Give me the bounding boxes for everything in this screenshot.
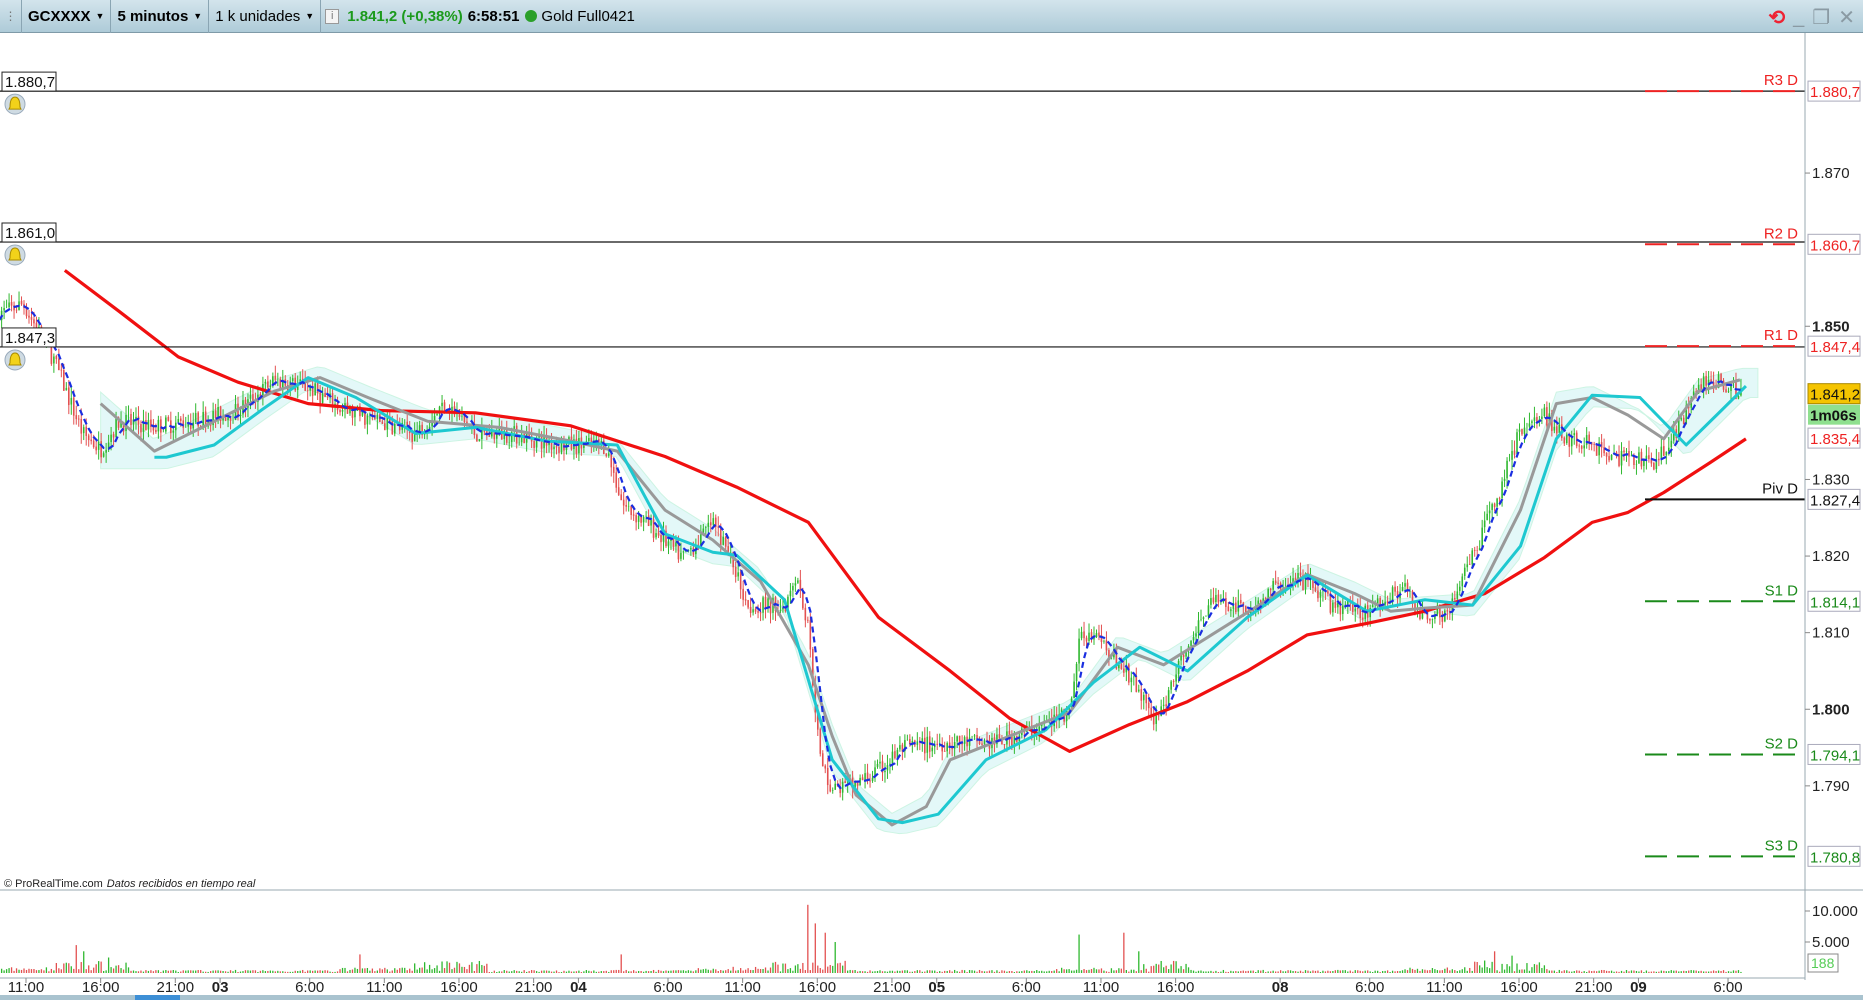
pivot-level: R3 D 1.880,7 <box>1645 72 1861 102</box>
realtime-status: Datos recibidos en tiempo real <box>106 878 256 890</box>
chevron-down-icon: ▼ <box>305 11 315 21</box>
alert-price-label: 1.861,0 <box>5 225 55 242</box>
units-selector[interactable]: 1 k unidades ▼ <box>209 0 322 33</box>
drag-handle-icon[interactable]: ⋮ <box>0 0 22 33</box>
pivot-value: 1.780,8 <box>1810 849 1860 866</box>
status-dot-icon <box>525 10 538 22</box>
ichimoku-cloud <box>100 366 1759 835</box>
time-tick-label: 6:00 <box>1012 979 1041 995</box>
timeframe-selector[interactable]: 5 minutos ▼ <box>111 0 210 33</box>
time-tick-label: 16:00 <box>1500 979 1538 995</box>
pivot-value: 1.880,7 <box>1810 84 1860 101</box>
time-tick-label: 21:00 <box>1575 979 1613 995</box>
volume-value: 188 <box>1811 955 1835 971</box>
price-tick-label: 1.850 <box>1812 318 1850 335</box>
pivot-level: S1 D 1.814,1 <box>1645 582 1861 612</box>
pivot-name: S1 D <box>1765 582 1799 599</box>
pivot-name: R2 D <box>1764 225 1798 242</box>
time-tick-label: 6:00 <box>295 979 324 995</box>
pivot-name: R3 D <box>1764 72 1798 89</box>
alert-price-label: 1.880,7 <box>5 74 55 91</box>
time-tick-label: 11:00 <box>724 979 760 995</box>
price-tick-label: 1.830 <box>1812 471 1850 488</box>
scrollbar-thumb[interactable] <box>135 995 180 1000</box>
bell-icon[interactable] <box>4 93 26 115</box>
units-label: 1 k unidades <box>215 7 301 25</box>
sma-red <box>63 269 1747 753</box>
restore-icon[interactable]: ❐ <box>1812 5 1830 30</box>
time-tick-label: 03 <box>212 979 229 995</box>
time-tick-label: 11:00 <box>366 979 402 995</box>
refresh-icon[interactable]: ⟲ <box>1768 5 1785 30</box>
time-tick-label: 11:00 <box>1083 979 1119 995</box>
alert-line[interactable]: 1.861,0 <box>0 222 1805 266</box>
horizontal-scrollbar[interactable] <box>0 995 1863 1000</box>
bell-icon[interactable] <box>4 349 26 371</box>
time-tick-label: 6:00 <box>653 979 682 995</box>
last-price: 1.841,2 (+0,38%) <box>347 7 463 25</box>
pivot-value: 1.794,1 <box>1810 747 1860 764</box>
pivot-value: 1.847,4 <box>1810 339 1860 356</box>
alert-line[interactable]: 1.880,7 <box>0 71 1805 115</box>
time-tick-label: 21:00 <box>515 979 553 995</box>
pivot-name: R1 D <box>1764 327 1798 344</box>
volume-tick-label: 5.000 <box>1812 934 1850 951</box>
minimize-icon[interactable]: _ <box>1793 6 1804 29</box>
time-tick-label: 08 <box>1272 979 1289 995</box>
chart-toolbar: ⋮ GCXXXX ▼ 5 minutos ▼ 1 k unidades ▼ i 1.8… <box>0 0 1863 33</box>
pivot-name: S3 D <box>1765 837 1799 854</box>
pivot-level: R2 D 1.860,7 <box>1645 225 1861 255</box>
price-tick-label: 1.790 <box>1812 778 1850 795</box>
time-tick-label: 16:00 <box>1157 979 1195 995</box>
price-tick-label: 1.800 <box>1812 701 1850 718</box>
clock-time: 6:58:51 <box>467 7 520 25</box>
pivot-level: S3 D 1.780,8 <box>1645 837 1861 867</box>
price-tick-label: 1.820 <box>1812 548 1850 565</box>
red-level-value: 1.835,4 <box>1810 431 1860 448</box>
pivot-name: Piv D <box>1762 480 1798 497</box>
copyright: © ProRealTime.com <box>4 878 103 890</box>
time-tick-label: 21:00 <box>157 979 195 995</box>
pivot-name: S2 D <box>1765 735 1799 752</box>
info-icon[interactable]: i <box>325 8 340 24</box>
price-chart[interactable]: 1.880,7 1.861,0 1.847,3 R3 D 1.880,7 R2 D 1.86… <box>0 33 1863 995</box>
alert-line[interactable]: 1.847,3 <box>0 327 1805 371</box>
price-tick-label: 1.870 <box>1812 165 1850 182</box>
time-tick-label: 16:00 <box>799 979 837 995</box>
time-tick-label: 6:00 <box>1713 979 1742 995</box>
time-tick-label: 09 <box>1630 979 1647 995</box>
alert-price-label: 1.847,3 <box>5 330 55 347</box>
time-tick-label: 16:00 <box>440 979 478 995</box>
timeframe-label: 5 minutos <box>117 7 189 25</box>
time-tick-label: 04 <box>570 979 587 995</box>
chevron-down-icon: ▼ <box>95 11 105 21</box>
instrument-selector[interactable]: GCXXXX ▼ <box>22 0 112 33</box>
time-tick-label: 05 <box>928 979 945 995</box>
gray-line <box>99 376 1741 827</box>
pivot-value: 1.814,1 <box>1810 594 1860 611</box>
current-price-value: 1.841,2 <box>1810 387 1860 404</box>
pivot-value: 1.827,4 <box>1810 492 1860 509</box>
instrument-label: GCXXXX <box>28 7 91 25</box>
data-source-note: © ProRealTime.com Datos recibidos en tiem… <box>4 878 255 890</box>
pivot-value: 1.860,7 <box>1810 237 1860 254</box>
chevron-down-icon: ▼ <box>193 11 203 21</box>
bell-icon[interactable] <box>4 244 26 266</box>
close-icon[interactable]: ✕ <box>1838 5 1855 30</box>
time-tick-label: 6:00 <box>1355 979 1384 995</box>
time-tick-label: 16:00 <box>82 979 120 995</box>
volume-tick-label: 10.000 <box>1812 903 1858 920</box>
contract-name: Gold Full0421 <box>541 7 635 25</box>
pivot-level: S2 D 1.794,1 <box>1645 735 1861 765</box>
time-tick-label: 21:00 <box>873 979 911 995</box>
countdown-value: 1m06s <box>1810 408 1857 425</box>
time-tick-label: 11:00 <box>1426 979 1462 995</box>
time-tick-label: 11:00 <box>8 979 44 995</box>
price-tick-label: 1.810 <box>1812 625 1850 642</box>
